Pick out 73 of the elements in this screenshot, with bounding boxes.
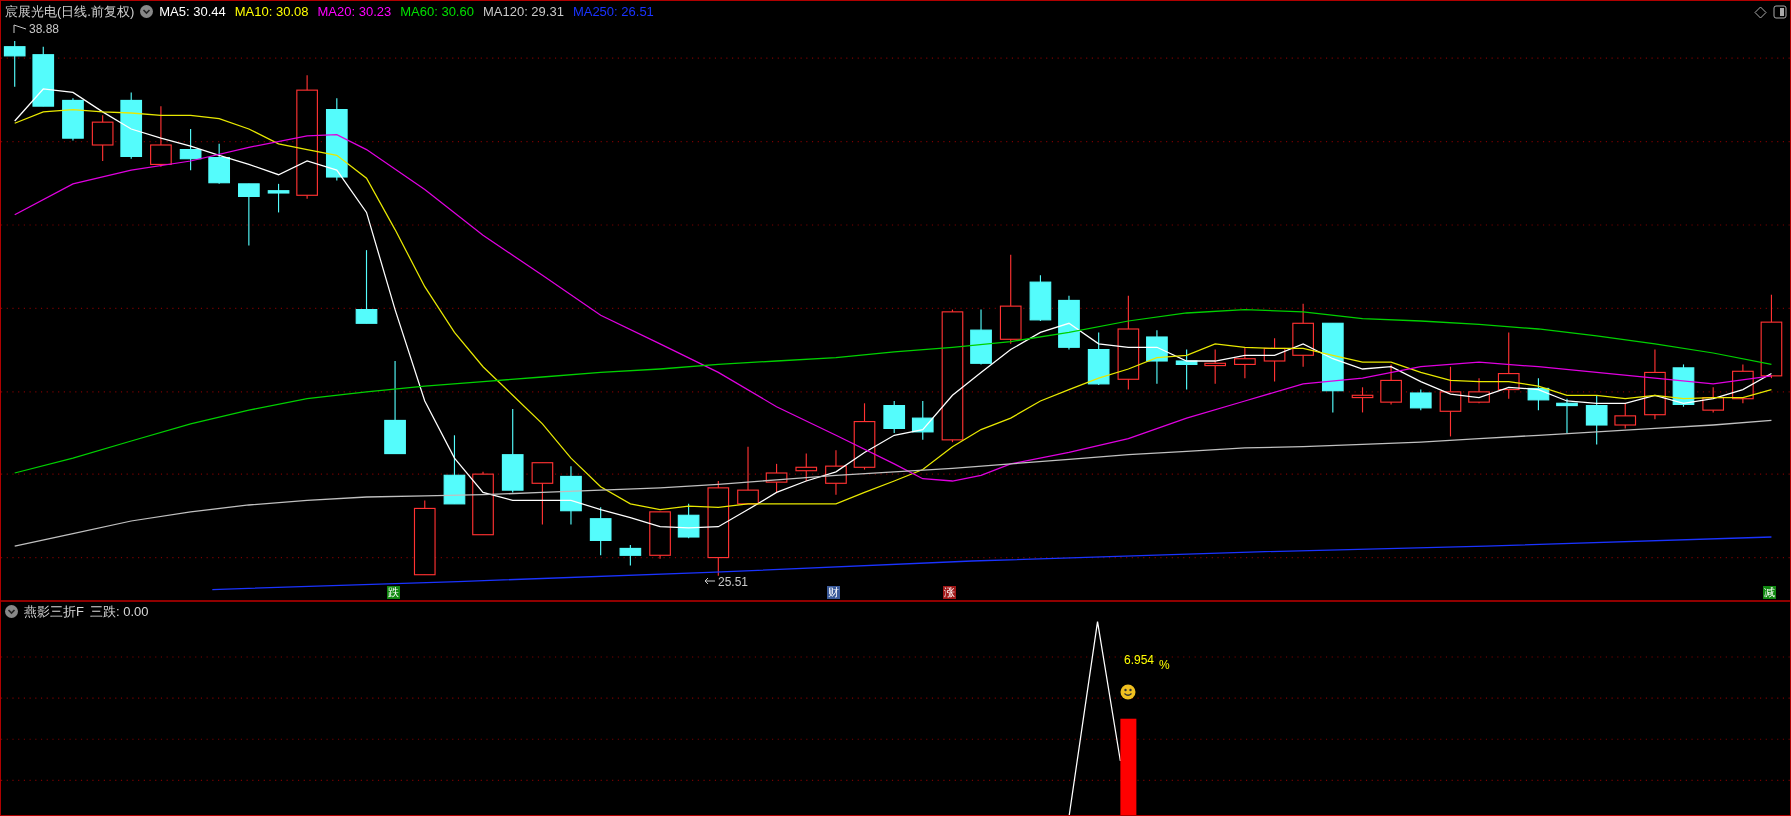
candlestick bbox=[911, 400, 934, 441]
dropdown-icon[interactable] bbox=[140, 5, 154, 18]
moving-average-legend: MA20: 30.23 bbox=[317, 3, 392, 20]
candlestick bbox=[1263, 337, 1286, 383]
low-price-label: 25.51 bbox=[718, 574, 749, 591]
candlestick bbox=[91, 114, 114, 162]
candlestick bbox=[1380, 363, 1402, 405]
indicator-reading: 三跌: 0.00 bbox=[89, 603, 149, 620]
diamond-icon[interactable] bbox=[1754, 6, 1767, 19]
smiley-icon bbox=[1120, 684, 1136, 700]
candlestick bbox=[1644, 349, 1666, 420]
chart-title: 宸展光电(日线.前复权) bbox=[5, 3, 135, 20]
candlestick bbox=[208, 143, 230, 185]
candlestick bbox=[825, 449, 847, 496]
candlestick bbox=[560, 465, 582, 525]
candlestick bbox=[1087, 331, 1110, 386]
candlestick bbox=[765, 463, 788, 493]
candlestick bbox=[1585, 394, 1608, 445]
high-price-label: 38.88 bbox=[13, 20, 60, 38]
candlestick bbox=[1497, 331, 1520, 400]
candlestick bbox=[1029, 274, 1052, 322]
candlestick bbox=[3, 40, 26, 88]
event-marker: 涨 bbox=[943, 586, 956, 599]
candlestick bbox=[883, 400, 906, 434]
event-marker: 财 bbox=[827, 586, 840, 599]
moving-average-legend: MA10: 30.08 bbox=[234, 3, 309, 20]
percent-sign: % bbox=[1159, 657, 1170, 674]
candlestick bbox=[677, 503, 700, 539]
candlestick bbox=[795, 453, 818, 482]
indicator-title: 燕影三折F bbox=[24, 603, 84, 620]
candlestick bbox=[1204, 349, 1227, 385]
candlestick bbox=[472, 471, 494, 536]
candlestick bbox=[1409, 389, 1432, 411]
moving-average-legend: MA60: 30.60 bbox=[400, 3, 474, 20]
candlestick bbox=[1702, 386, 1725, 413]
candlestick bbox=[120, 91, 143, 160]
pointer-arrow-icon bbox=[13, 24, 27, 34]
panel-toggle-icon[interactable] bbox=[1773, 5, 1787, 19]
event-marker: 跌 bbox=[387, 586, 400, 599]
candlestick bbox=[531, 462, 554, 525]
candlestick bbox=[32, 46, 55, 107]
left-arrow-icon bbox=[704, 577, 716, 585]
candlestick bbox=[1556, 398, 1578, 434]
candlestick bbox=[619, 544, 642, 567]
candlestick bbox=[1234, 346, 1256, 379]
candlestick bbox=[1468, 377, 1490, 404]
candlestick bbox=[1439, 366, 1462, 437]
moving-average-legend: MA120: 29.31 bbox=[482, 3, 564, 20]
candlestick bbox=[853, 402, 876, 471]
moving-average-legend: MA5: 30.44 bbox=[159, 3, 226, 20]
candlestick bbox=[1527, 377, 1550, 411]
candlestick bbox=[1732, 363, 1754, 404]
candlestick bbox=[970, 309, 992, 365]
candlestick bbox=[238, 183, 260, 247]
candlestick bbox=[737, 446, 759, 505]
candlestick bbox=[443, 434, 466, 505]
candlestick bbox=[267, 183, 290, 213]
dropdown-icon[interactable] bbox=[5, 605, 18, 618]
candlestick bbox=[1146, 329, 1168, 385]
candlestick bbox=[1672, 363, 1695, 408]
candlestick bbox=[589, 506, 612, 556]
percent-value: 6.954 bbox=[1124, 652, 1155, 669]
candlestick bbox=[150, 105, 172, 168]
candlestick bbox=[1175, 349, 1198, 391]
event-marker: 减 bbox=[1763, 586, 1776, 599]
candlestick bbox=[649, 511, 671, 560]
candlestick bbox=[1351, 386, 1374, 413]
moving-average-legend: MA250: 26.51 bbox=[572, 3, 654, 20]
candlestick bbox=[1292, 303, 1314, 368]
candlestick bbox=[62, 97, 84, 141]
candlestick bbox=[1058, 295, 1080, 351]
candlestick bbox=[1614, 402, 1637, 429]
candlestick bbox=[179, 128, 202, 171]
